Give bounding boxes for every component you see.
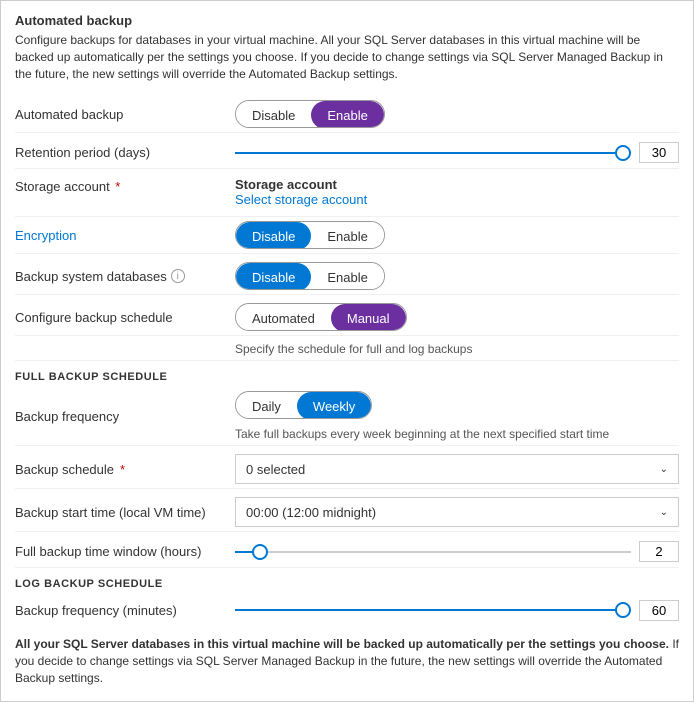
- configure-schedule-control: Automated Manual: [235, 303, 679, 331]
- backup-frequency-weekly-btn[interactable]: Weekly: [297, 392, 371, 419]
- backup-schedule-required: *: [120, 462, 125, 477]
- backup-schedule-value: 0 selected: [246, 462, 305, 477]
- page-title: Automated backup: [15, 13, 679, 28]
- encryption-label: Encryption: [15, 228, 235, 243]
- encryption-row: Encryption Disable Enable: [15, 217, 679, 254]
- backup-system-db-info-icon[interactable]: i: [171, 269, 185, 283]
- backup-frequency-daily-btn[interactable]: Daily: [236, 392, 297, 419]
- configure-schedule-automated-btn[interactable]: Automated: [236, 304, 331, 331]
- log-backup-frequency-slider[interactable]: [235, 609, 631, 611]
- encryption-control: Disable Enable: [235, 221, 679, 249]
- backup-schedule-dropdown[interactable]: 0 selected ⌄: [235, 454, 679, 484]
- encryption-toggle[interactable]: Disable Enable: [235, 221, 385, 249]
- schedule-info: Specify the schedule for full and log ba…: [15, 340, 679, 361]
- footer-bold-text: All your SQL Server databases in this vi…: [15, 637, 669, 651]
- backup-time-window-slider[interactable]: [235, 551, 631, 553]
- backup-system-db-enable-btn[interactable]: Enable: [311, 263, 383, 290]
- backup-start-time-chevron-icon: ⌄: [660, 507, 668, 518]
- backup-system-db-row: Backup system databases i Disable Enable: [15, 258, 679, 295]
- backup-schedule-chevron-icon: ⌄: [660, 464, 668, 475]
- retention-slider[interactable]: [235, 152, 631, 154]
- select-storage-account-link[interactable]: Select storage account: [235, 192, 367, 207]
- retention-value-input[interactable]: [639, 142, 679, 163]
- automated-backup-control: Disable Enable: [235, 100, 679, 128]
- log-backup-frequency-control: [235, 600, 679, 621]
- backup-time-window-label: Full backup time window (hours): [15, 544, 235, 559]
- backup-start-time-row: Backup start time (local VM time) 00:00 …: [15, 493, 679, 532]
- log-backup-frequency-value[interactable]: [639, 600, 679, 621]
- log-backup-schedule-header: LOG BACKUP SCHEDULE: [15, 578, 679, 590]
- backup-time-window-control: [235, 541, 679, 562]
- configure-schedule-row: Configure backup schedule Automated Manu…: [15, 299, 679, 336]
- configure-schedule-manual-btn[interactable]: Manual: [331, 304, 406, 331]
- storage-account-label: Storage account *: [15, 177, 235, 194]
- storage-account-row: Storage account * Storage account Select…: [15, 173, 679, 217]
- retention-slider-container: [235, 142, 679, 163]
- backup-start-time-control: 00:00 (12:00 midnight) ⌄: [235, 497, 679, 527]
- backup-system-db-label: Backup system databases i: [15, 269, 235, 284]
- backup-time-window-slider-container: [235, 541, 679, 562]
- backup-frequency-label: Backup frequency: [15, 409, 235, 424]
- main-container: Automated backup Configure backups for d…: [0, 0, 694, 702]
- backup-system-db-toggle[interactable]: Disable Enable: [235, 262, 385, 290]
- log-backup-frequency-row: Backup frequency (minutes): [15, 594, 679, 626]
- page-description: Configure backups for databases in your …: [15, 32, 679, 82]
- backup-time-window-value[interactable]: [639, 541, 679, 562]
- retention-control: [235, 142, 679, 163]
- storage-required-asterisk: *: [112, 179, 121, 194]
- configure-schedule-toggle[interactable]: Automated Manual: [235, 303, 407, 331]
- encryption-disable-btn[interactable]: Disable: [236, 222, 311, 249]
- retention-label: Retention period (days): [15, 145, 235, 160]
- backup-start-time-label: Backup start time (local VM time): [15, 505, 235, 520]
- automated-backup-toggle[interactable]: Disable Enable: [235, 100, 385, 128]
- automated-backup-enable-btn[interactable]: Enable: [311, 101, 383, 128]
- log-backup-frequency-label: Backup frequency (minutes): [15, 603, 235, 618]
- backup-schedule-row: Backup schedule * 0 selected ⌄: [15, 450, 679, 489]
- backup-frequency-control: Daily Weekly Take full backups every wee…: [235, 391, 679, 441]
- full-backup-schedule-header: FULL BACKUP SCHEDULE: [15, 371, 679, 383]
- backup-frequency-row: Backup frequency Daily Weekly Take full …: [15, 387, 679, 446]
- automated-backup-label: Automated backup: [15, 107, 235, 122]
- backup-frequency-info: Take full backups every week beginning a…: [235, 427, 679, 441]
- automated-backup-disable-btn[interactable]: Disable: [236, 101, 311, 128]
- backup-schedule-control: 0 selected ⌄: [235, 454, 679, 484]
- backup-time-window-row: Full backup time window (hours): [15, 536, 679, 568]
- footer-text: All your SQL Server databases in this vi…: [15, 636, 679, 686]
- log-backup-frequency-slider-container: [235, 600, 679, 621]
- retention-row: Retention period (days): [15, 137, 679, 169]
- backup-schedule-label: Backup schedule *: [15, 462, 235, 477]
- backup-start-time-value: 00:00 (12:00 midnight): [246, 505, 376, 520]
- backup-start-time-dropdown[interactable]: 00:00 (12:00 midnight) ⌄: [235, 497, 679, 527]
- storage-account-title: Storage account: [235, 177, 679, 192]
- backup-system-db-disable-btn[interactable]: Disable: [236, 263, 311, 290]
- automated-backup-row: Automated backup Disable Enable: [15, 96, 679, 133]
- encryption-enable-btn[interactable]: Enable: [311, 222, 383, 249]
- storage-account-control: Storage account Select storage account: [235, 177, 679, 207]
- configure-schedule-label: Configure backup schedule: [15, 310, 235, 325]
- backup-system-db-control: Disable Enable: [235, 262, 679, 290]
- backup-frequency-toggle[interactable]: Daily Weekly: [235, 391, 372, 419]
